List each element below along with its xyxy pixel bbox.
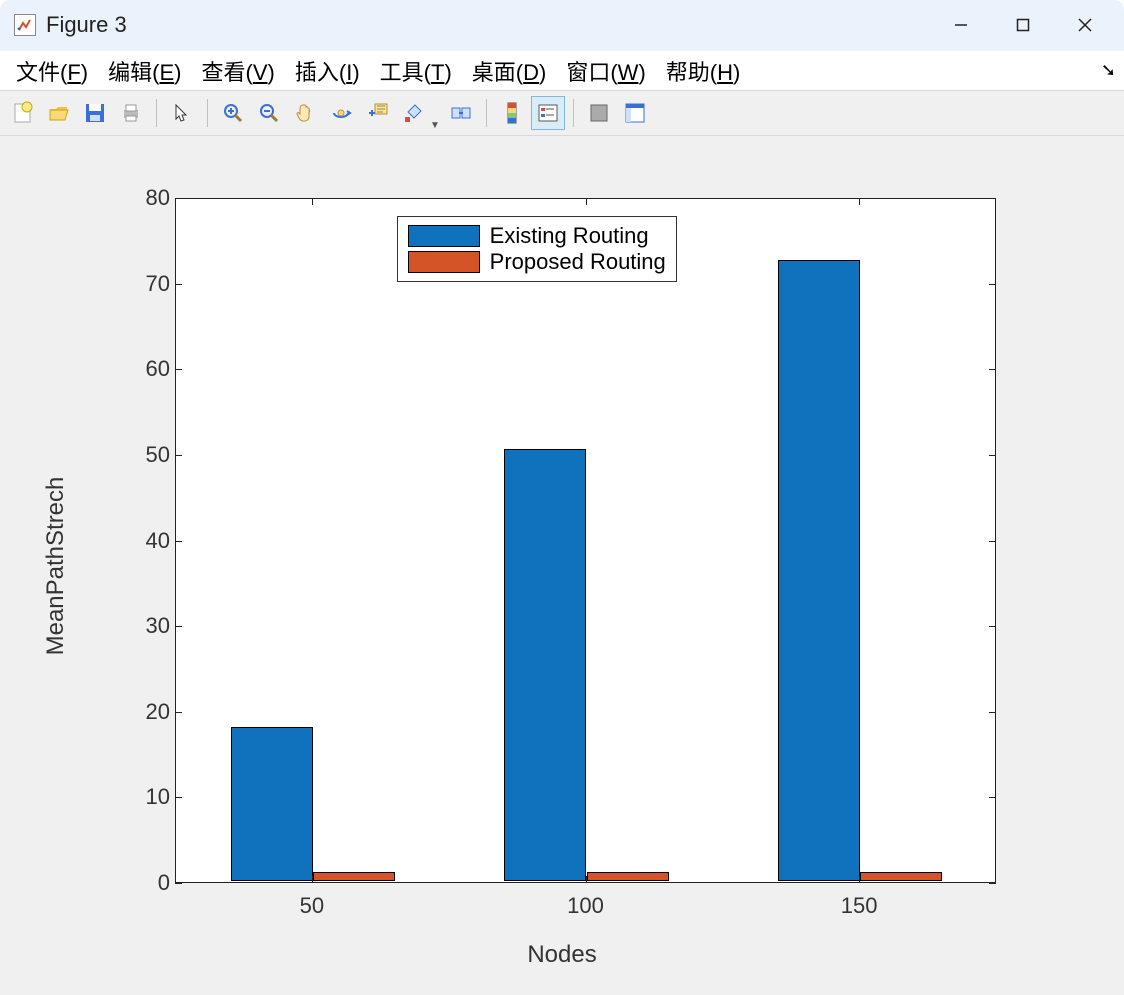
open-button[interactable]: [42, 96, 76, 130]
legend-label: Existing Routing: [490, 223, 649, 249]
bar-series1: [587, 872, 669, 881]
print-button[interactable]: [114, 96, 148, 130]
bar-series0: [231, 727, 313, 881]
legend-button[interactable]: [531, 96, 565, 130]
menu-bar: 文件(F) 编辑(E) 查看(V) 插入(I) 工具(T) 桌面(D) 窗口(W…: [0, 50, 1124, 90]
colorbar-button[interactable]: [495, 96, 529, 130]
menu-help[interactable]: 帮助(H): [656, 51, 751, 91]
window-title: Figure 3: [46, 12, 930, 38]
toolbar-separator: [573, 99, 574, 127]
link-plots-button[interactable]: [444, 96, 478, 130]
legend-entry: Existing Routing: [408, 223, 666, 249]
new-figure-button[interactable]: [6, 96, 40, 130]
x-axis-label: Nodes: [527, 941, 596, 969]
legend-box[interactable]: Existing RoutingProposed Routing: [397, 216, 677, 282]
menu-edit[interactable]: 编辑(E): [98, 51, 191, 91]
y-tick-label: 40: [120, 528, 170, 554]
rotate-3d-button[interactable]: [324, 96, 358, 130]
zoom-in-button[interactable]: [216, 96, 250, 130]
menu-insert[interactable]: 插入(I): [285, 51, 370, 91]
bar-series1: [860, 872, 942, 881]
bar-series0: [504, 449, 586, 881]
x-tick-label: 50: [300, 893, 324, 919]
y-tick-label: 20: [120, 699, 170, 725]
plot-layout-button[interactable]: [618, 96, 652, 130]
toolbar-separator: [207, 99, 208, 127]
menu-view[interactable]: 查看(V): [191, 51, 284, 91]
menu-tools[interactable]: 工具(T): [370, 51, 462, 91]
y-tick-label: 30: [120, 613, 170, 639]
bar-series0: [778, 260, 860, 881]
y-tick-label: 50: [120, 442, 170, 468]
pan-button[interactable]: [288, 96, 322, 130]
toolbar: ▼: [0, 90, 1124, 136]
x-tick-label: 100: [567, 893, 604, 919]
x-tick-label: 150: [841, 893, 878, 919]
legend-entry: Proposed Routing: [408, 249, 666, 275]
y-tick-label: 80: [120, 185, 170, 211]
save-button[interactable]: [78, 96, 112, 130]
menu-file[interactable]: 文件(F): [6, 51, 98, 91]
legend-label: Proposed Routing: [490, 249, 666, 275]
axes[interactable]: [175, 198, 996, 883]
data-cursor-button[interactable]: [360, 96, 394, 130]
y-tick-label: 60: [120, 356, 170, 382]
dock-arrow-icon[interactable]: ➘: [1101, 60, 1116, 81]
legend-swatch-icon: [408, 251, 480, 273]
menu-window[interactable]: 窗口(W): [556, 51, 655, 91]
minimize-button[interactable]: [930, 5, 992, 45]
brush-button[interactable]: [396, 96, 430, 130]
matlab-figure-icon: [14, 14, 36, 36]
menu-desktop[interactable]: 桌面(D): [462, 51, 557, 91]
close-button[interactable]: [1054, 5, 1116, 45]
y-tick-label: 0: [120, 870, 170, 896]
title-bar: Figure 3: [0, 0, 1124, 50]
figure-canvas: MeanPathStrech Nodes 0 10 20 30 40 50 60 70 80 50…: [0, 136, 1124, 995]
y-tick-label: 70: [120, 271, 170, 297]
y-axis-label: MeanPathStrech: [42, 476, 70, 655]
window-controls: [930, 5, 1116, 45]
pointer-button[interactable]: [165, 96, 199, 130]
zoom-out-button[interactable]: [252, 96, 286, 130]
brush-dropdown-icon[interactable]: ▼: [430, 120, 438, 131]
y-tick-label: 10: [120, 784, 170, 810]
hide-plot-tools-button[interactable]: [582, 96, 616, 130]
toolbar-separator: [156, 99, 157, 127]
toolbar-separator: [486, 99, 487, 127]
bar-series1: [313, 872, 395, 881]
maximize-button[interactable]: [992, 5, 1054, 45]
legend-swatch-icon: [408, 225, 480, 247]
